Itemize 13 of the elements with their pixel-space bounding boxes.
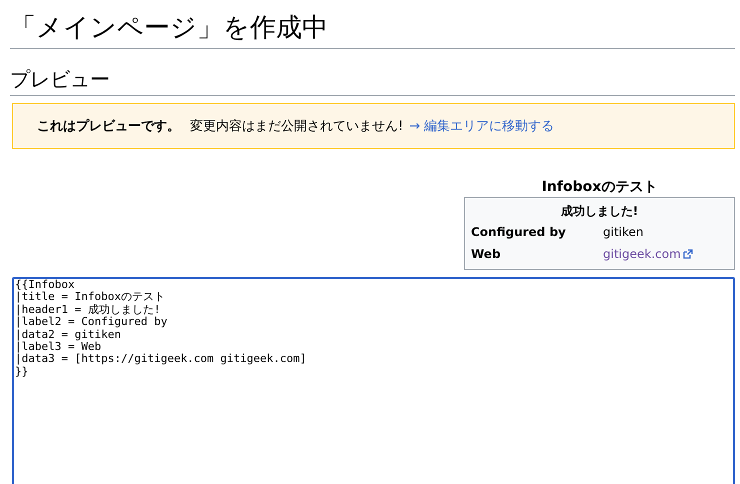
source-editor-field[interactable]: {{Infobox |title = Infoboxのテスト |header1 = 成功しました! |label2 = Configured by |data2 = gitiken |label3 = Web |data3 = [https://gitigeek.com gitigeek.com] }} (12, 277, 735, 484)
edit-area-link[interactable]: → 編集エリアに移動する (409, 117, 554, 135)
page-title: 「メインページ」を作成中 (10, 0, 735, 49)
infobox-label: Configured by (471, 224, 567, 241)
infobox-label: Web (471, 246, 502, 263)
infobox-title: Infoboxのテスト (540, 178, 658, 197)
infobox-value: gitiken (603, 224, 644, 241)
notice-text: 変更内容はまだ公開されていません! (190, 118, 404, 135)
infobox-header: 成功しました! (560, 203, 640, 220)
external-link-icon (682, 249, 693, 259)
notice-bold-text: これはプレビューです。 (37, 118, 180, 135)
section-heading: プレビュー (10, 63, 735, 96)
infobox-link[interactable]: gitigeek.com (603, 243, 681, 265)
